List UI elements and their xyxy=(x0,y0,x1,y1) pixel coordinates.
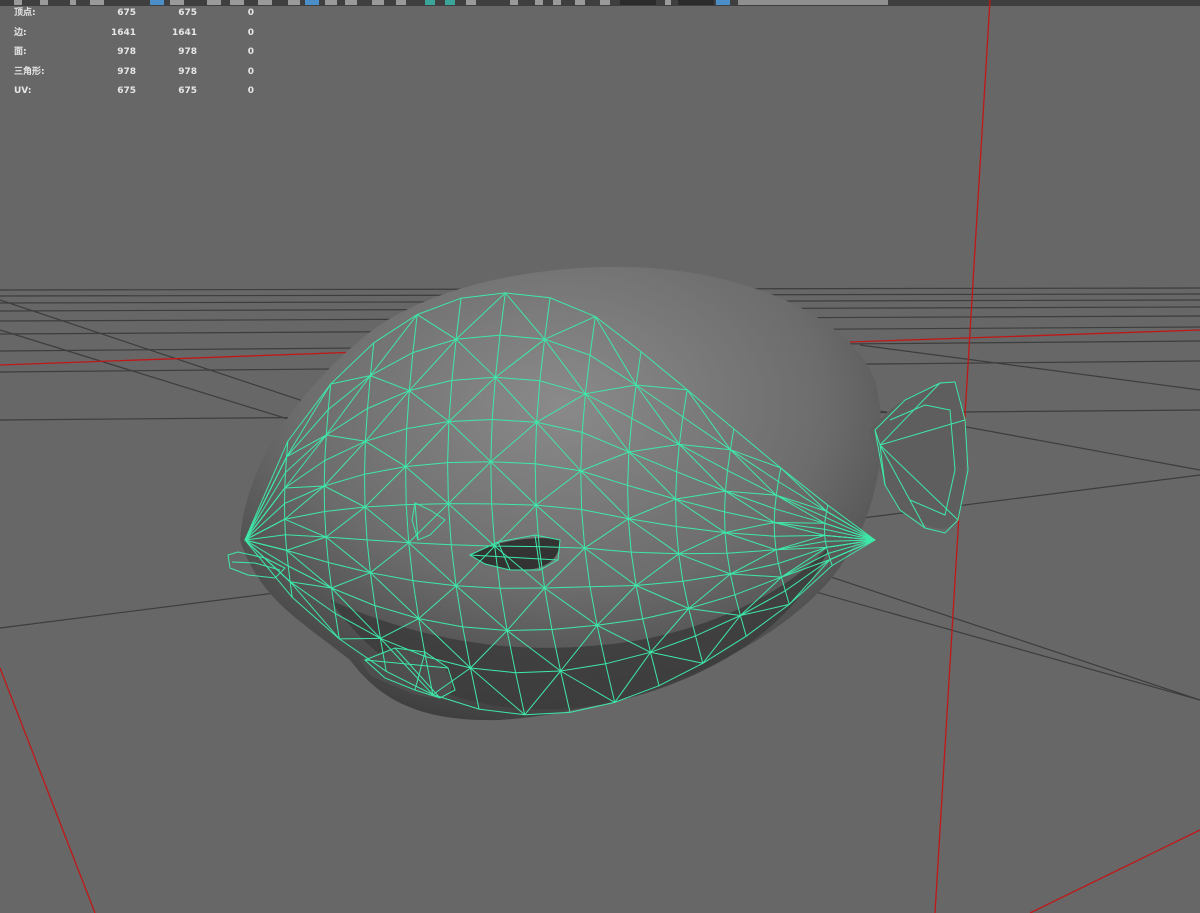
hud-value: 675 xyxy=(178,8,197,18)
mesh-edge xyxy=(339,637,381,640)
hud-label: UV: xyxy=(14,86,32,96)
hud-value: 0 xyxy=(247,47,254,57)
hud-label: 顶点: xyxy=(14,8,36,18)
fish-mesh[interactable] xyxy=(227,266,969,721)
hud-value: 0 xyxy=(247,66,254,77)
3d-viewport[interactable]: 顶点: 675 675 0 边: 1641 1641 0 面: 978 978 … xyxy=(0,0,1200,913)
hud-value: 0 xyxy=(247,8,254,18)
hud-value: 978 xyxy=(117,47,136,57)
hud-value: 978 xyxy=(178,66,197,77)
hud-label: 边: xyxy=(14,27,27,38)
hud-label: 三角形: xyxy=(14,66,45,77)
poly-count-hud: 顶点: 675 675 0 边: 1641 1641 0 面: 978 978 … xyxy=(14,4,254,102)
hud-value: 1641 xyxy=(171,27,197,38)
hud-value: 675 xyxy=(117,8,136,18)
hud-value: 675 xyxy=(178,86,197,96)
hud-row-triangles: 三角形: 978 978 0 xyxy=(14,63,254,83)
hud-row-faces: 面: 978 978 0 xyxy=(14,43,254,63)
hud-value: 978 xyxy=(178,47,197,57)
hud-value: 978 xyxy=(117,66,136,77)
fish-tail-surface xyxy=(870,382,966,529)
hud-value: 0 xyxy=(247,86,254,96)
hud-label: 面: xyxy=(14,47,27,57)
scene-canvas xyxy=(0,0,1200,913)
hud-row-edges: 边: 1641 1641 0 xyxy=(14,24,254,44)
hud-row-uvs: UV: 675 675 0 xyxy=(14,82,254,102)
hud-value: 0 xyxy=(247,27,254,38)
hud-row-vertices: 顶点: 675 675 0 xyxy=(14,4,254,24)
hud-value: 675 xyxy=(117,86,136,96)
hud-value: 1641 xyxy=(110,27,136,38)
